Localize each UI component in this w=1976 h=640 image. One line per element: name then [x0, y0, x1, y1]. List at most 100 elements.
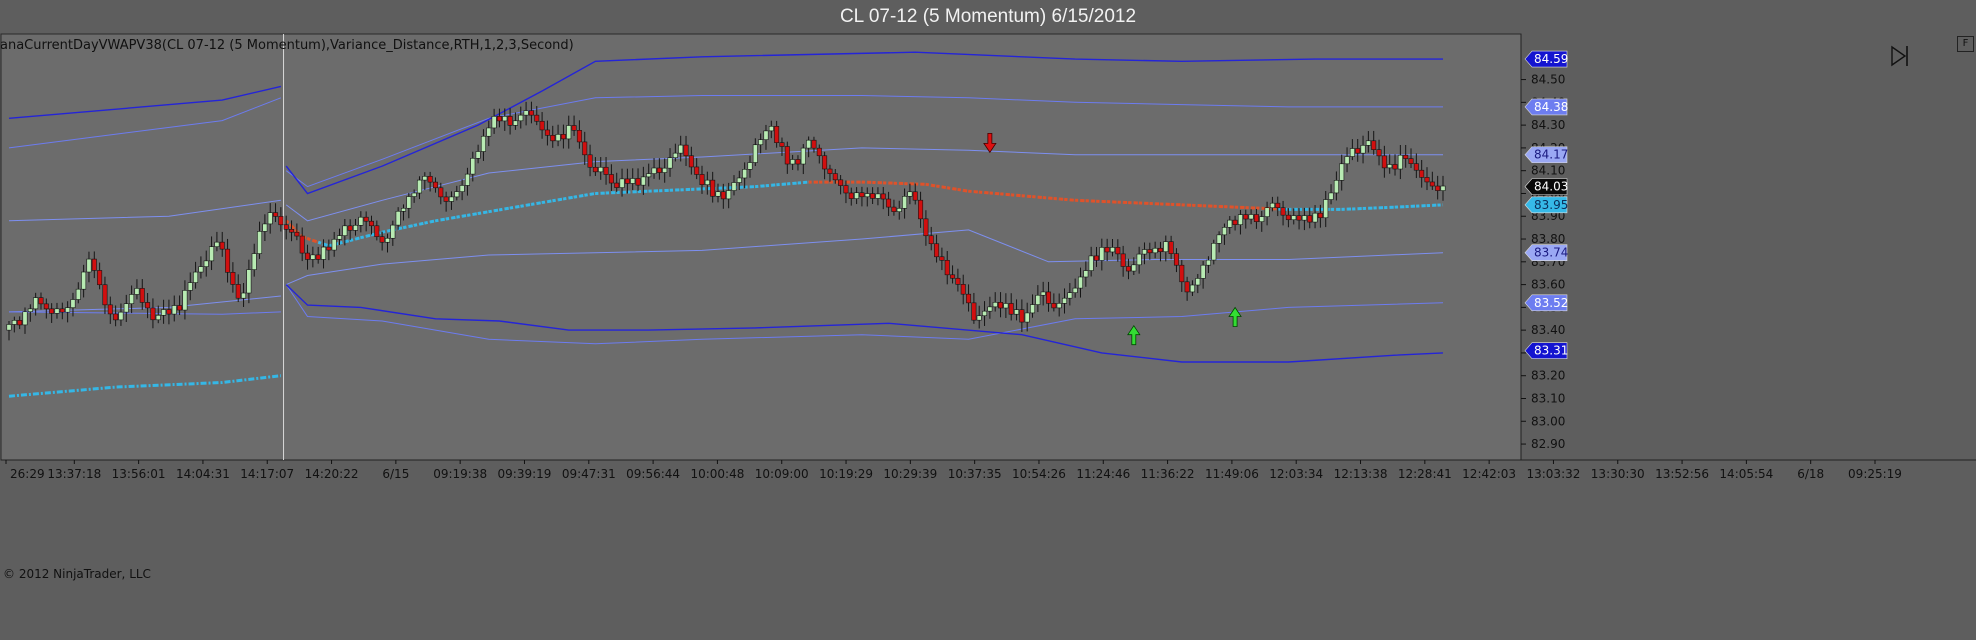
price-tag-label: 83.52 [1534, 296, 1568, 310]
y-tick-label: 83.20 [1531, 369, 1565, 383]
candle-down [363, 216, 369, 222]
candle-up [70, 299, 76, 308]
candle-down [43, 303, 49, 310]
candle-down [219, 241, 225, 250]
candle-up [75, 288, 81, 300]
candle-up [619, 178, 625, 188]
candle-down [150, 307, 156, 321]
candle-up [715, 191, 721, 197]
candle-up [726, 190, 732, 200]
candle-down [507, 116, 513, 126]
candle-up [262, 223, 268, 232]
candle-up [118, 311, 124, 321]
candle-up [1216, 234, 1222, 244]
y-tick-label: 82.90 [1531, 437, 1565, 451]
candle-up [598, 166, 604, 173]
candle-down [550, 135, 556, 142]
candle-up [1360, 145, 1366, 154]
candle-up [1205, 259, 1211, 266]
candle-up [161, 309, 167, 316]
candle-up [896, 208, 902, 212]
candle-down [1413, 163, 1419, 171]
candle-up [1323, 199, 1329, 219]
candle-down [1046, 291, 1052, 304]
candle-up [864, 193, 870, 198]
candle-down [1147, 249, 1153, 254]
y-tick-label: 83.60 [1531, 278, 1565, 292]
candle-down [576, 130, 582, 143]
candle-down [145, 302, 151, 309]
y-tick-label: 83.00 [1531, 414, 1565, 428]
candle-up [640, 176, 646, 186]
candle-up [512, 120, 518, 126]
candle-up [646, 173, 652, 178]
candle-down [603, 166, 609, 175]
candle-up [758, 139, 764, 146]
candle-up [1062, 297, 1068, 304]
candle-down [614, 182, 620, 188]
candle-down [283, 224, 289, 230]
candle-up [1067, 292, 1073, 299]
candle-down [326, 246, 332, 251]
candle-up [987, 306, 993, 312]
candle-up [1301, 215, 1307, 221]
candle-down [928, 235, 934, 245]
candle-down [699, 174, 705, 185]
candle-up [406, 196, 412, 209]
candle-up [704, 179, 710, 185]
candle-up [134, 288, 140, 295]
x-tick-label: 13:30:30 [1591, 467, 1645, 481]
candle-up [1291, 215, 1297, 221]
candle-up [1365, 140, 1371, 146]
price-tag-label: 83.31 [1534, 344, 1568, 358]
price-tag-label: 84.59 [1534, 52, 1568, 66]
candle-down [635, 178, 641, 186]
candle-up [6, 324, 12, 331]
candle-down [1157, 247, 1163, 253]
candle-up [1083, 270, 1089, 278]
candle-down [1232, 219, 1238, 225]
candle-up [1136, 253, 1142, 266]
candle-down [1253, 214, 1259, 222]
candle-down [17, 320, 23, 326]
candle-down [710, 179, 716, 197]
candle-down [230, 272, 236, 285]
candle-down [859, 192, 865, 198]
x-tick-label: 12:42:03 [1462, 467, 1516, 481]
candle-down [38, 297, 44, 305]
candle-down [225, 248, 231, 273]
candle-down [107, 304, 113, 315]
scroll-to-end-icon[interactable] [1891, 45, 1908, 67]
candle-up [337, 235, 343, 240]
candle-up [518, 114, 524, 122]
candle-up [448, 196, 454, 202]
x-tick-label: 6/18 [1797, 467, 1824, 481]
candle-up [667, 157, 673, 169]
candle-down [827, 168, 833, 174]
candle-up [390, 224, 396, 239]
candle-down [720, 191, 726, 200]
candle-down [811, 139, 817, 149]
candle-down [688, 155, 694, 168]
candle-down [235, 284, 241, 299]
x-tick-label: 09:39:19 [498, 467, 552, 481]
candle-down [1381, 155, 1387, 169]
candle-up [491, 116, 497, 129]
float-button[interactable]: F [1957, 36, 1974, 52]
price-chart[interactable]: 84.5084.4084.3084.2084.1084.0083.9083.80… [0, 0, 1976, 640]
candle-down [432, 181, 438, 189]
candle-down [544, 129, 550, 136]
candle-down [571, 125, 577, 131]
candle-down [374, 225, 380, 237]
candle-up [731, 182, 737, 191]
x-tick-label: 13:56:01 [112, 467, 166, 481]
candle-up [1237, 214, 1243, 225]
candle-down [368, 220, 374, 227]
x-tick-label: 10:09:00 [755, 467, 809, 481]
x-tick-label: 12:03:34 [1269, 467, 1323, 481]
candle-up [747, 162, 753, 170]
candle-down [918, 199, 924, 220]
candle-down [587, 154, 593, 168]
candle-up [470, 157, 476, 175]
candle-down [832, 173, 838, 181]
